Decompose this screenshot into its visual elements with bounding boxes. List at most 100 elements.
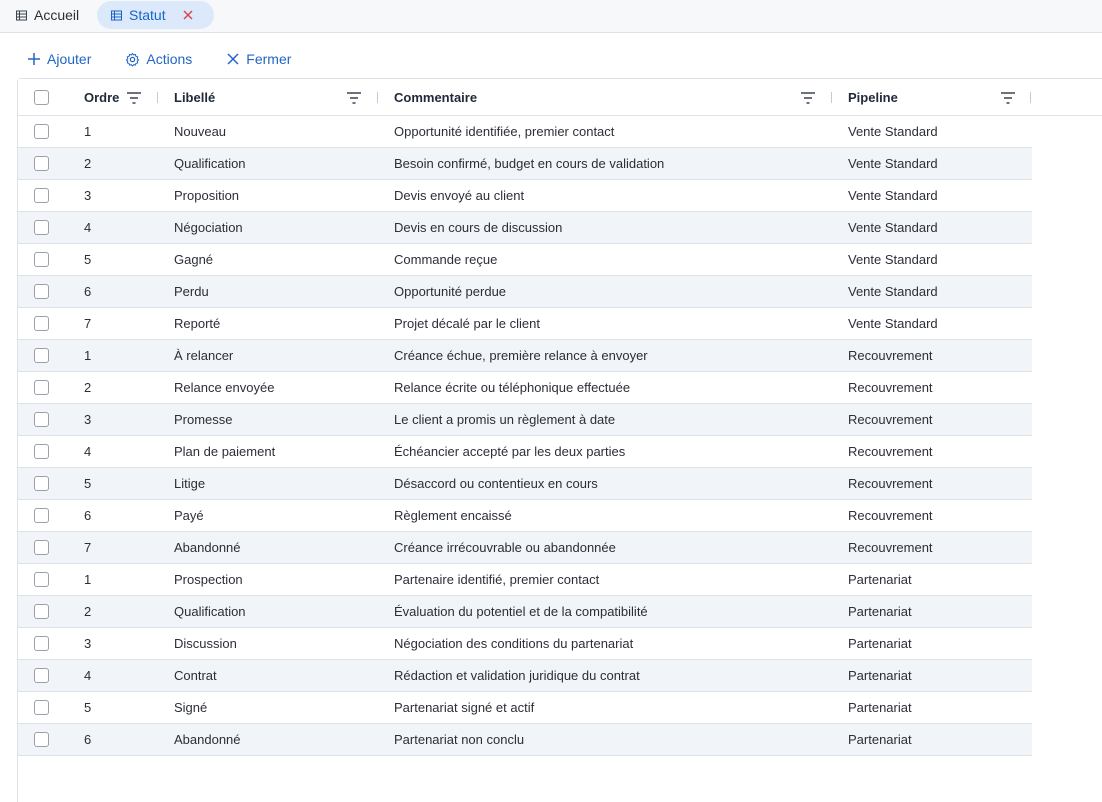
grid-header: Ordre Libellé Commentaire Pipeline bbox=[18, 79, 1102, 116]
actions-button[interactable]: Actions bbox=[125, 51, 192, 67]
cell-commentaire: Devis en cours de discussion bbox=[394, 220, 563, 235]
table-row[interactable]: 5 Litige Désaccord ou contentieux en cours… bbox=[18, 468, 1032, 500]
filter-icon[interactable] bbox=[1000, 91, 1016, 105]
row-checkbox[interactable] bbox=[34, 348, 49, 363]
cell-libelle: Signé bbox=[174, 700, 208, 715]
tab-statut[interactable]: Statut bbox=[97, 1, 214, 29]
cell-pipeline: Vente Standard bbox=[848, 220, 938, 235]
row-checkbox[interactable] bbox=[34, 636, 49, 651]
tab-bar: Accueil Statut bbox=[0, 0, 1102, 33]
cell-commentaire: Évaluation du potentiel et de la compati… bbox=[394, 604, 648, 619]
table-row[interactable]: 4 Plan de paiement Échéancier accepté par … bbox=[18, 436, 1032, 468]
table-row[interactable]: 4 Négociation Devis en cours de discussion… bbox=[18, 212, 1032, 244]
cell-pipeline: Partenariat bbox=[848, 732, 912, 747]
cell-ordre: 2 bbox=[84, 380, 92, 395]
cell-pipeline: Vente Standard bbox=[848, 284, 938, 299]
table-row[interactable]: 7 Abandonné Créance irrécouvrable ou aband… bbox=[18, 532, 1032, 564]
row-checkbox[interactable] bbox=[34, 220, 49, 235]
column-separator[interactable] bbox=[1030, 92, 1031, 103]
row-checkbox[interactable] bbox=[34, 284, 49, 299]
data-grid: Ordre Libellé Commentaire Pipeline 1 Nouv… bbox=[17, 78, 1102, 802]
cell-commentaire: Relance écrite ou téléphonique effectuée bbox=[394, 380, 631, 395]
table-row[interactable]: 1 À relancer Créance échue, première relan… bbox=[18, 340, 1032, 372]
table-row[interactable]: 3 Promesse Le client a promis un règlement… bbox=[18, 404, 1032, 436]
filter-icon[interactable] bbox=[126, 91, 142, 105]
table-row[interactable]: 4 Contrat Rédaction et validation juridiqu… bbox=[18, 660, 1032, 692]
cell-ordre: 1 bbox=[84, 572, 92, 587]
row-checkbox[interactable] bbox=[34, 572, 49, 587]
cell-libelle: Contrat bbox=[174, 668, 217, 683]
row-checkbox[interactable] bbox=[34, 412, 49, 427]
tab-accueil[interactable]: Accueil bbox=[16, 1, 79, 29]
table-row[interactable]: 5 Signé Partenariat signé et actif Partenar… bbox=[18, 692, 1032, 724]
row-checkbox[interactable] bbox=[34, 380, 49, 395]
row-checkbox[interactable] bbox=[34, 732, 49, 747]
table-row[interactable]: 7 Reporté Projet décalé par le client Vente… bbox=[18, 308, 1032, 340]
cell-commentaire: Commande reçue bbox=[394, 252, 498, 267]
cell-commentaire: Partenaire identifié, premier contact bbox=[394, 572, 600, 587]
cell-libelle: Perdu bbox=[174, 284, 209, 299]
row-checkbox[interactable] bbox=[34, 604, 49, 619]
cell-libelle: Nouveau bbox=[174, 124, 227, 139]
close-button[interactable]: Fermer bbox=[226, 51, 291, 67]
row-checkbox[interactable] bbox=[34, 444, 49, 459]
cell-commentaire: Opportunité identifiée, premier contact bbox=[394, 124, 615, 139]
filter-icon[interactable] bbox=[800, 91, 816, 105]
cell-ordre: 6 bbox=[84, 284, 92, 299]
column-separator[interactable] bbox=[377, 92, 378, 103]
cell-commentaire: Négociation des conditions du partenaria… bbox=[394, 636, 634, 651]
table-row[interactable]: 6 Perdu Opportunité perdue Vente Standard bbox=[18, 276, 1032, 308]
select-all-checkbox[interactable] bbox=[34, 90, 49, 105]
table-row[interactable]: 1 Nouveau Opportunité identifiée, premier … bbox=[18, 116, 1032, 148]
table-row[interactable]: 3 Proposition Devis envoyé au client Vente … bbox=[18, 180, 1032, 212]
column-header-label: Commentaire bbox=[394, 90, 478, 105]
row-checkbox[interactable] bbox=[34, 156, 49, 171]
cell-ordre: 5 bbox=[84, 252, 92, 267]
cell-libelle: À relancer bbox=[174, 348, 234, 363]
table-row[interactable]: 2 Qualification Évaluation du potentiel et… bbox=[18, 596, 1032, 628]
cell-commentaire: Partenariat signé et actif bbox=[394, 700, 535, 715]
table-icon bbox=[16, 9, 29, 22]
table-row[interactable]: 6 Payé Règlement encaissé Recouvrement bbox=[18, 500, 1032, 532]
column-separator[interactable] bbox=[831, 92, 832, 103]
column-header-commentaire[interactable]: Commentaire bbox=[394, 79, 477, 116]
cell-ordre: 7 bbox=[84, 540, 92, 555]
close-icon[interactable] bbox=[183, 10, 193, 20]
cell-ordre: 5 bbox=[84, 700, 92, 715]
row-checkbox[interactable] bbox=[34, 540, 49, 555]
add-button[interactable]: Ajouter bbox=[27, 51, 91, 67]
table-row[interactable]: 2 Qualification Besoin confirmé, budget en… bbox=[18, 148, 1032, 180]
cell-commentaire: Rédaction et validation juridique du con… bbox=[394, 668, 640, 683]
row-checkbox[interactable] bbox=[34, 476, 49, 491]
column-header-label: Pipeline bbox=[848, 90, 898, 105]
column-header-libelle[interactable]: Libellé bbox=[174, 79, 215, 116]
cell-pipeline: Partenariat bbox=[848, 700, 912, 715]
table-row[interactable]: 5 Gagné Commande reçue Vente Standard bbox=[18, 244, 1032, 276]
cell-libelle: Reporté bbox=[174, 316, 221, 331]
cell-commentaire: Besoin confirmé, budget en cours de vali… bbox=[394, 156, 665, 171]
row-checkbox[interactable] bbox=[34, 124, 49, 139]
add-button-label: Ajouter bbox=[47, 51, 92, 67]
cell-pipeline: Vente Standard bbox=[848, 156, 938, 171]
row-checkbox[interactable] bbox=[34, 316, 49, 331]
cell-pipeline: Recouvrement bbox=[848, 508, 933, 523]
column-header-pipeline[interactable]: Pipeline bbox=[848, 79, 898, 116]
filter-icon[interactable] bbox=[346, 91, 362, 105]
column-header-ordre[interactable]: Ordre bbox=[84, 79, 119, 116]
table-row[interactable]: 1 Prospection Partenaire identifié, premie… bbox=[18, 564, 1032, 596]
table-row[interactable]: 6 Abandonné Partenariat non conclu Partenar… bbox=[18, 724, 1032, 756]
row-checkbox[interactable] bbox=[34, 668, 49, 683]
table-row[interactable]: 3 Discussion Négociation des conditions du… bbox=[18, 628, 1032, 660]
cell-commentaire: Partenariat non conclu bbox=[394, 732, 525, 747]
row-checkbox[interactable] bbox=[34, 700, 49, 715]
toolbar: Ajouter Actions Fermer bbox=[27, 44, 325, 74]
cell-libelle: Abandonné bbox=[174, 732, 241, 747]
cell-ordre: 4 bbox=[84, 220, 92, 235]
cell-libelle: Prospection bbox=[174, 572, 243, 587]
row-checkbox[interactable] bbox=[34, 188, 49, 203]
row-checkbox[interactable] bbox=[34, 508, 49, 523]
table-row[interactable]: 2 Relance envoyée Relance écrite ou téléph… bbox=[18, 372, 1032, 404]
row-checkbox[interactable] bbox=[34, 252, 49, 267]
cell-ordre: 3 bbox=[84, 412, 92, 427]
column-separator[interactable] bbox=[157, 92, 158, 103]
